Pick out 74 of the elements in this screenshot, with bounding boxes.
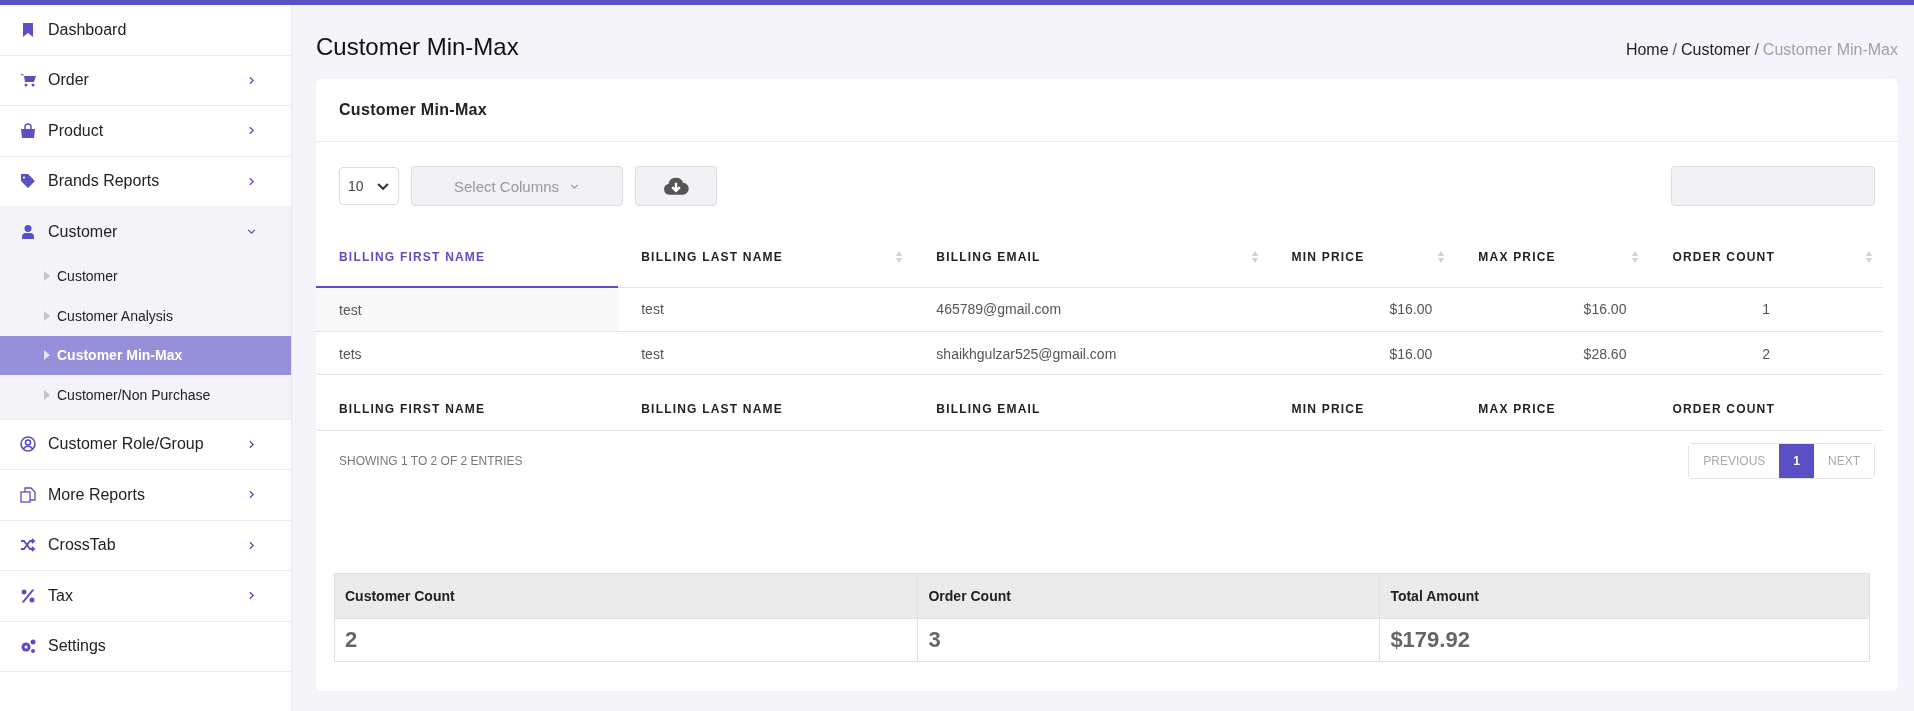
column-footer: BILLING EMAIL — [913, 381, 1269, 431]
sidebar-item[interactable]: Customer Role/Group — [0, 419, 291, 469]
table-cell: $16.00 — [1455, 287, 1650, 332]
shuffle-icon — [20, 537, 36, 554]
table-cell: $16.00 — [1268, 331, 1456, 381]
sort-icon — [895, 250, 904, 264]
table-cell: 1 — [1649, 287, 1883, 332]
sidebar-item[interactable]: CrossTab — [0, 520, 291, 570]
card-title: Customer Min-Max — [316, 79, 1898, 142]
column-header[interactable]: ORDER COUNT — [1649, 228, 1883, 287]
gears-icon — [20, 638, 36, 655]
user-icon — [20, 223, 36, 240]
page-length-select[interactable]: 10 — [339, 167, 399, 205]
column-header[interactable]: MIN PRICE — [1268, 228, 1456, 287]
tag-icon — [20, 173, 36, 190]
table-cell: 465789@gmail.com — [913, 287, 1269, 332]
column-footer: MAX PRICE — [1455, 381, 1650, 431]
table-cell: $28.60 — [1455, 331, 1650, 381]
column-footer: BILLING FIRST NAME — [316, 381, 619, 431]
summary-value: 2 — [334, 618, 918, 662]
percent-icon — [20, 587, 36, 604]
triangle-icon — [44, 310, 50, 321]
usercircle-icon — [20, 436, 36, 453]
sidebar-item[interactable]: Settings — [0, 621, 291, 671]
column-header[interactable]: BILLING LAST NAME — [618, 228, 914, 287]
submenu-item[interactable]: Customer — [0, 256, 291, 296]
table-cell: test — [618, 331, 914, 381]
triangle-icon — [44, 389, 50, 400]
summary-header: Customer Count — [334, 573, 918, 619]
submenu-item[interactable]: Customer/Non Purchase — [0, 375, 291, 415]
column-header[interactable]: MAX PRICE — [1455, 228, 1650, 287]
table-cell: 2 — [1649, 331, 1883, 381]
page-button[interactable]: 1 — [1779, 444, 1814, 478]
breadcrumb-link[interactable]: Customer — [1681, 41, 1751, 59]
table-cell: test — [618, 287, 914, 332]
column-footer: BILLING LAST NAME — [618, 381, 914, 431]
copy-icon — [20, 486, 36, 503]
breadcrumb-separator: / — [1754, 41, 1759, 59]
sort-icon — [1437, 250, 1446, 264]
sidebar-item[interactable]: Brands Reports — [0, 156, 291, 206]
cart-icon — [20, 72, 36, 89]
summary-value: $179.92 — [1379, 618, 1870, 662]
page-title: Customer Min-Max — [316, 33, 519, 61]
sort-icon — [1250, 250, 1259, 264]
sidebar-item[interactable]: Tax — [0, 571, 291, 621]
submenu-item[interactable]: Customer Analysis — [0, 296, 291, 336]
summary-value: 3 — [917, 618, 1380, 662]
search-field[interactable] — [1671, 166, 1875, 206]
sidebar-item[interactable]: Customer — [0, 207, 291, 257]
table-cell: $16.00 — [1268, 287, 1456, 332]
bag-icon — [20, 122, 36, 139]
sort-icon — [1631, 250, 1640, 264]
triangle-icon — [44, 350, 50, 361]
entries-info: SHOWING 1 TO 2 OF 2 ENTRIES — [339, 454, 523, 468]
summary-header: Total Amount — [1379, 573, 1870, 619]
bookmark-icon — [20, 21, 36, 38]
breadcrumb-current: Customer Min-Max — [1762, 41, 1898, 59]
summary-header: Order Count — [917, 573, 1380, 619]
triangle-icon — [44, 271, 50, 282]
column-footer: ORDER COUNT — [1649, 381, 1883, 431]
sidebar-item[interactable]: Dashboard — [0, 5, 291, 55]
cloud-download-icon — [663, 176, 689, 196]
column-header[interactable]: BILLING EMAIL — [913, 228, 1269, 287]
table-cell: tets — [316, 331, 619, 381]
sort-icon — [1865, 250, 1873, 264]
breadcrumb-link[interactable]: Home — [1625, 41, 1669, 59]
table-cell: test — [316, 287, 619, 332]
column-footer: MIN PRICE — [1268, 381, 1456, 431]
sidebar-item[interactable]: Order — [0, 55, 291, 105]
breadcrumb-separator: / — [1672, 41, 1678, 59]
sidebar-item[interactable]: Product — [0, 106, 291, 156]
table-cell: shaikhgulzar525@gmail.com — [913, 331, 1269, 381]
download-button[interactable] — [635, 166, 717, 206]
sidebar-item[interactable]: More Reports — [0, 470, 291, 520]
